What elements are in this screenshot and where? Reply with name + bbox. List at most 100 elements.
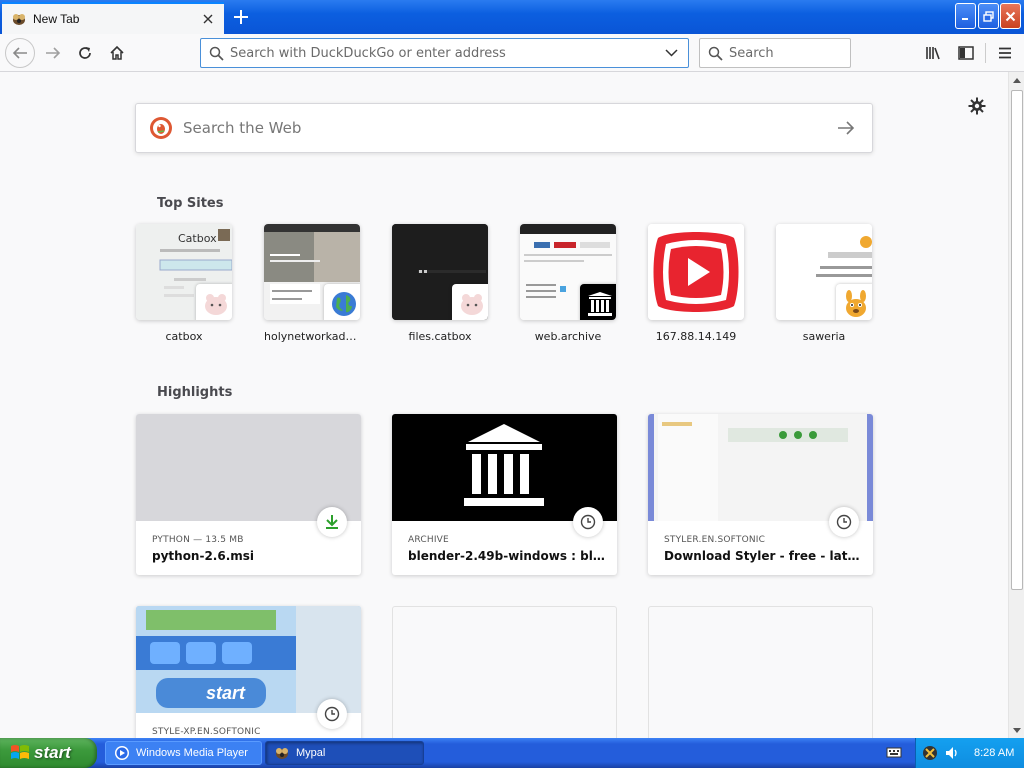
close-window-button[interactable] (1000, 3, 1021, 29)
back-button[interactable] (5, 38, 35, 68)
top-site-web-archive[interactable]: web.archive (520, 224, 616, 343)
scroll-down-arrow-icon[interactable] (1009, 722, 1024, 738)
new-tab-button[interactable] (228, 4, 254, 30)
top-site-catbox[interactable]: Catbox catbox (136, 224, 232, 343)
restore-button[interactable] (978, 3, 999, 29)
clock: 8:28 AM (974, 747, 1015, 759)
address-bar[interactable] (200, 38, 689, 68)
site-label: 167.88.14.149 (655, 330, 737, 343)
card-title: Download Styler - free - latest v... (664, 549, 864, 563)
duckduckgo-logo-icon (150, 117, 172, 139)
internet-archive-icon (580, 284, 616, 320)
web-search-input[interactable] (183, 119, 834, 137)
site-thumbnail[interactable] (648, 224, 744, 320)
mypal-logo-icon (11, 12, 27, 26)
arrow-right-icon[interactable] (834, 116, 858, 140)
forward-arrow-icon (46, 47, 61, 59)
navigation-toolbar (0, 34, 1024, 72)
highlight-card-style-xp[interactable]: start STYLE-XP.EN.SOFTONIC (136, 606, 361, 738)
plus-icon (234, 10, 248, 24)
catbox-favicon-icon (452, 284, 488, 320)
empty-highlight-placeholder (392, 606, 617, 738)
settings-gear-icon[interactable] (965, 94, 989, 118)
card-meta: STYLER.EN.SOFTONIC (664, 535, 766, 545)
menu-button[interactable] (990, 38, 1020, 68)
download-icon (317, 507, 347, 537)
site-label: holynetworkadapt... (264, 330, 360, 343)
restore-icon (983, 10, 994, 22)
toolbar-divider (985, 43, 986, 63)
card-meta: ARCHIVE (408, 535, 449, 545)
close-tab-icon[interactable] (198, 9, 218, 29)
home-button[interactable] (102, 38, 132, 68)
highlights-heading: Highlights (157, 385, 233, 400)
taskbar-item-mypal[interactable]: Mypal (265, 741, 424, 765)
saweria-logo-icon (836, 284, 872, 320)
site-label: saweria (802, 330, 846, 343)
card-meta: STYLE-XP.EN.SOFTONIC (152, 727, 261, 737)
search-icon (209, 46, 224, 61)
network-icon[interactable] (922, 745, 938, 761)
vertical-scrollbar[interactable] (1008, 72, 1024, 738)
start-button[interactable]: start (0, 738, 97, 768)
library-button[interactable] (919, 38, 949, 68)
card-preview (392, 414, 617, 521)
card-meta: PYTHON — 13.5 MB (152, 535, 244, 545)
forward-button[interactable] (38, 38, 68, 68)
tab-title: New Tab (33, 12, 80, 26)
top-site-holynetworkadapt[interactable]: holynetworkadapt... (264, 224, 360, 343)
web-search-box[interactable] (135, 103, 873, 153)
hamburger-menu-icon (999, 47, 1011, 59)
internet-archive-logo (464, 424, 544, 506)
card-title: python-2.6.msi (152, 549, 255, 563)
site-label: catbox (165, 330, 203, 343)
highlight-card-archive[interactable]: ARCHIVE blender-2.49b-windows : blende..… (392, 414, 617, 575)
site-thumbnail[interactable] (392, 224, 488, 320)
search-input[interactable] (729, 45, 839, 61)
scroll-up-arrow-icon[interactable] (1009, 72, 1024, 88)
globe-icon (324, 284, 360, 320)
task-label: Windows Media Player (136, 747, 248, 759)
highlight-card-styler[interactable]: STYLER.EN.SOFTONIC Download Styler - fre… (648, 414, 873, 575)
site-thumbnail[interactable] (520, 224, 616, 320)
site-thumbnail[interactable] (264, 224, 360, 320)
reload-button[interactable] (70, 38, 100, 68)
site-label: files.catbox (408, 330, 472, 343)
search-icon (708, 46, 723, 61)
top-site-saweria[interactable]: saweria (776, 224, 872, 343)
close-icon (1005, 11, 1016, 21)
card-title: blender-2.49b-windows : blende... (408, 549, 608, 563)
scrollbar-thumb[interactable] (1011, 90, 1023, 590)
volume-icon[interactable] (944, 745, 960, 761)
minimize-button[interactable] (955, 3, 976, 29)
media-player-icon (114, 745, 130, 761)
clock-icon (573, 507, 603, 537)
sidebar-button[interactable] (951, 38, 981, 68)
top-site-167-88-14-149[interactable]: 167.88.14.149 (648, 224, 744, 343)
style-xp-screenshot: start (136, 606, 361, 713)
chevron-down-icon[interactable] (665, 49, 678, 57)
back-arrow-icon (12, 47, 27, 59)
catbox-favicon-icon (196, 284, 232, 320)
new-tab-page: Top Sites Catbox catbox (0, 72, 1008, 738)
address-input[interactable] (230, 45, 665, 61)
highlight-card-python[interactable]: PYTHON — 13.5 MB python-2.6.msi (136, 414, 361, 575)
minimize-icon (962, 17, 968, 20)
reload-icon (79, 47, 91, 59)
card-preview (648, 414, 873, 521)
card-preview (136, 414, 361, 521)
top-site-files-catbox[interactable]: files.catbox (392, 224, 488, 343)
site-thumbnail[interactable]: Catbox (136, 224, 232, 320)
keyboard-icon[interactable] (886, 745, 902, 759)
svg-text:start: start (206, 683, 246, 703)
search-bar[interactable] (699, 38, 851, 68)
system-tray: 8:28 AM (915, 738, 1024, 768)
windows-flag-icon (11, 745, 29, 759)
clock-icon (829, 507, 859, 537)
red-play-logo-icon (648, 224, 744, 320)
clock-icon (317, 699, 347, 729)
site-thumbnail[interactable] (776, 224, 872, 320)
home-icon (110, 45, 124, 60)
tab-new-tab[interactable]: New Tab (2, 2, 224, 34)
taskbar-item-windows-media-player[interactable]: Windows Media Player (105, 741, 262, 765)
